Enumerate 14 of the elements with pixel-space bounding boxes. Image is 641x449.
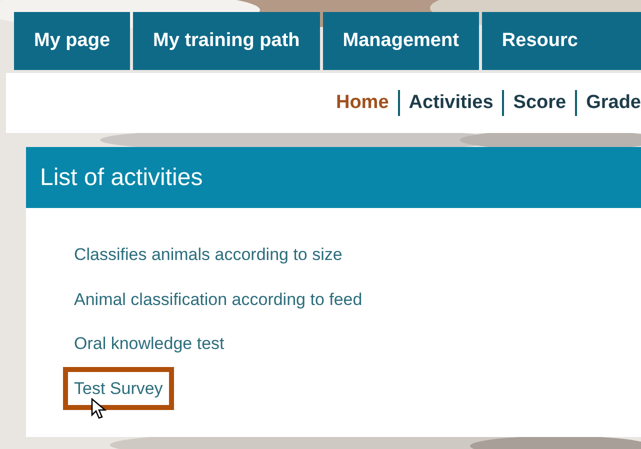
nav-tab[interactable]: Management — [322, 12, 479, 70]
sub-nav-link[interactable]: Grade — [586, 88, 641, 118]
activity-link[interactable]: Animal classification according to feed — [74, 286, 362, 312]
cursor-icon — [91, 398, 107, 420]
activity-link[interactable]: Oral knowledge test — [74, 331, 224, 356]
sub-nav-link[interactable]: Home — [336, 88, 389, 118]
nav-tab[interactable]: My page — [14, 12, 130, 70]
activity-link[interactable]: Test Survey — [63, 366, 174, 410]
nav-tab[interactable]: My training path — [133, 12, 320, 70]
panel-title: List of activities — [40, 162, 203, 192]
sub-nav-link[interactable]: Score — [513, 88, 566, 118]
activity-link[interactable]: Classifies animals according to size — [74, 242, 342, 268]
sub-nav-link[interactable]: Activities — [408, 88, 494, 118]
nav-tab[interactable]: Resourc — [482, 12, 641, 70]
